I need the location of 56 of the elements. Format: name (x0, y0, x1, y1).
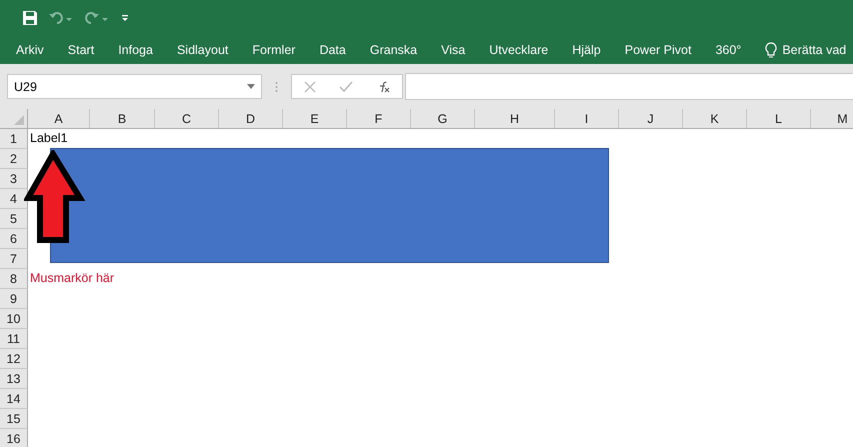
ribbon-tab[interactable]: Arkiv (16, 43, 44, 57)
redo-icon[interactable] (84, 10, 110, 26)
ribbon-tab[interactable]: Utvecklare (489, 43, 548, 57)
row-header[interactable]: 9 (0, 289, 28, 309)
row-header[interactable]: 10 (0, 309, 28, 329)
row-header[interactable]: 15 (0, 409, 28, 429)
row-header[interactable]: 13 (0, 369, 28, 389)
column-header[interactable]: L (747, 109, 811, 128)
row-header[interactable]: 8 (0, 269, 28, 289)
lightbulb-icon (765, 42, 778, 58)
ribbon-tab[interactable]: Sidlayout (176, 43, 228, 57)
column-header[interactable]: E (283, 109, 347, 128)
ribbon-tab[interactable]: Infoga (118, 43, 153, 57)
save-icon[interactable] (22, 10, 38, 26)
ribbon-tab[interactable]: Start (68, 43, 94, 57)
ribbon-tab[interactable]: Visa (441, 43, 466, 57)
column-header[interactable]: C (155, 109, 219, 128)
cell-text: Musmarkör här (30, 270, 114, 287)
column-header[interactable]: H (475, 109, 555, 128)
ribbon-tab[interactable]: Formler (252, 43, 296, 57)
dropdown-icon[interactable] (247, 84, 255, 89)
column-header[interactable]: F (347, 109, 411, 128)
row-header[interactable]: 1 (0, 129, 28, 149)
row-header[interactable]: 4 (0, 189, 28, 209)
column-header[interactable]: D (219, 109, 283, 128)
column-header[interactable]: K (683, 109, 747, 128)
row-header[interactable]: 7 (0, 249, 28, 269)
ribbon-tab[interactable]: Data (319, 43, 346, 57)
row-header[interactable]: 6 (0, 229, 28, 249)
tell-me-field[interactable]: Berätta vad (782, 43, 846, 57)
formula-field[interactable] (405, 73, 853, 100)
check-icon[interactable] (338, 80, 353, 92)
column-header[interactable]: A (28, 109, 90, 128)
cell-text: Label1 (30, 130, 68, 147)
row-header[interactable]: 14 (0, 389, 28, 409)
customize-icon[interactable] (120, 12, 130, 24)
ribbon-tab[interactable]: Granska (370, 43, 418, 57)
name-box[interactable]: U29 (7, 74, 262, 99)
undo-icon[interactable] (48, 10, 74, 26)
select-all-icon[interactable] (14, 115, 24, 125)
row-header[interactable]: 16 (0, 429, 28, 447)
ribbon-tab[interactable]: 360° (715, 43, 742, 57)
column-header[interactable]: G (411, 109, 475, 128)
column-header[interactable]: B (90, 109, 155, 128)
row-header[interactable]: 12 (0, 349, 28, 369)
column-header[interactable]: J (619, 109, 683, 128)
row-header[interactable]: 5 (0, 209, 28, 229)
cancel-icon[interactable] (304, 80, 316, 92)
row-header[interactable]: 3 (0, 169, 28, 189)
row-header[interactable]: 2 (0, 149, 28, 169)
column-header[interactable]: M (811, 109, 853, 128)
row-header[interactable]: 11 (0, 329, 28, 349)
grip-icon (275, 80, 278, 92)
ribbon-tab[interactable]: Power Pivot (624, 43, 692, 57)
column-header[interactable]: I (555, 109, 619, 128)
ribbon-tab[interactable]: Hjälp (572, 43, 601, 57)
